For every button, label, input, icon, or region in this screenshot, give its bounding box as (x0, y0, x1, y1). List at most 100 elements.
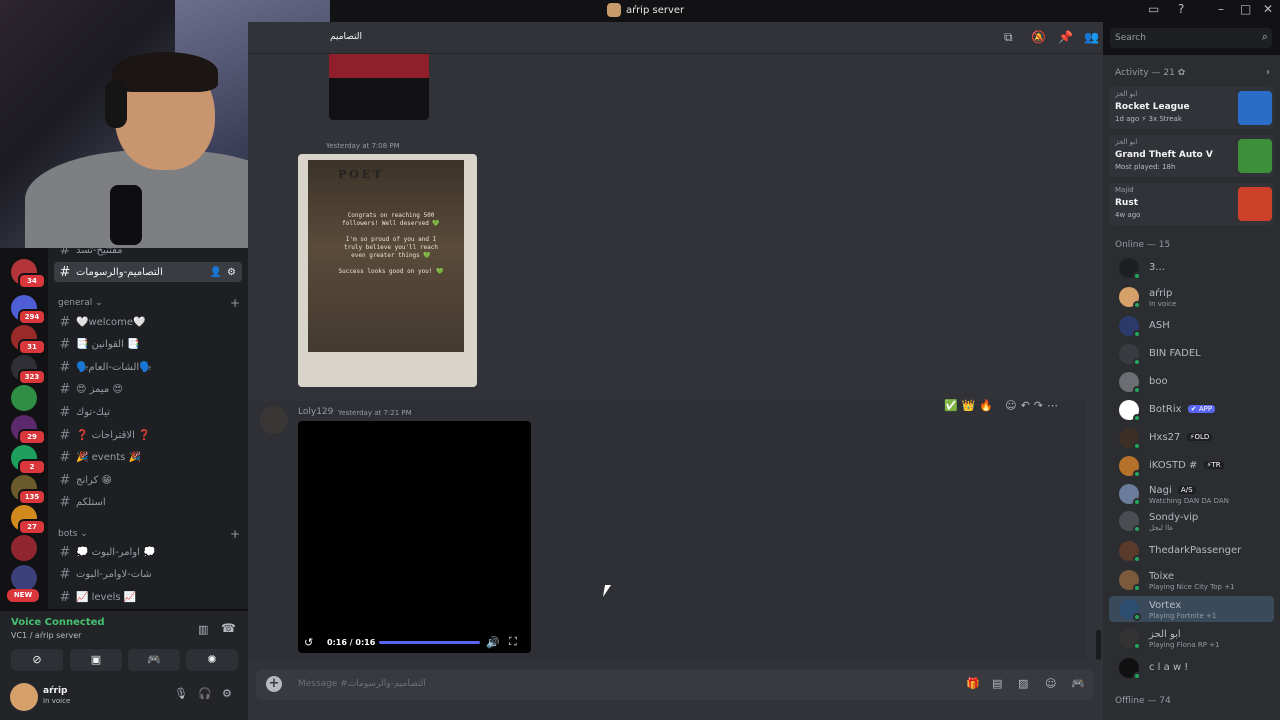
channel-active[interactable]: # التصاميم-والرسومات ⚙ 👤 (54, 262, 242, 282)
channel-item[interactable]: # تيك-توك (54, 402, 242, 422)
server-icon[interactable] (11, 535, 37, 561)
channel-item[interactable]: # 🎉 events 🎉 (54, 448, 242, 468)
channel-item[interactable]: # 😍 ميمز 😍 (54, 380, 242, 400)
member-item[interactable]: BotRix ✔ APP (1109, 397, 1274, 423)
member-status: Watching DAN DA DAN (1149, 497, 1229, 505)
channel-item[interactable]: # شات-لاوامر-البوت (54, 565, 242, 585)
attach-button[interactable]: + (266, 676, 282, 692)
scrollbar[interactable] (1096, 630, 1101, 660)
category-bots[interactable]: bots ⌄ + (58, 527, 240, 541)
activity-button[interactable]: 🎮 (128, 649, 180, 671)
member-item[interactable]: Nagi A/S Watching DAN DA DAN (1109, 481, 1274, 507)
replay-icon[interactable]: ↺ (304, 636, 313, 649)
channel-item[interactable]: # 📑 القوانين 📑 (54, 335, 242, 355)
add-channel-icon[interactable]: + (230, 527, 240, 541)
soundboard-button[interactable]: ✺ (186, 649, 238, 671)
status-dot (1133, 584, 1141, 592)
member-item[interactable]: Sondy-vip عاا لبجل (1109, 508, 1274, 534)
gift-icon[interactable]: 🎁 (966, 677, 980, 690)
member-tag: ⚡OLD (1186, 433, 1213, 441)
image-attachment-poster[interactable]: POET Congrats on reaching 500 followers!… (298, 154, 477, 387)
channel-item[interactable]: # 📈 levels 📈 (54, 587, 242, 607)
channel-item[interactable]: # كرانج 😁 (54, 470, 242, 490)
disconnect-icon[interactable]: ☎ (221, 621, 236, 635)
member-name: c l a w ! (1149, 662, 1189, 673)
member-item[interactable]: Vortex Playing Fortnite +1 (1109, 596, 1274, 622)
inbox-icon[interactable]: ▭ (1148, 2, 1159, 16)
noise-icon[interactable]: ▥ (198, 623, 208, 636)
member-item[interactable]: BIN FADEL (1109, 341, 1274, 367)
add-channel-icon[interactable]: + (230, 296, 240, 310)
status-dot (1133, 555, 1141, 563)
search-input[interactable]: Search (1115, 33, 1146, 43)
volume-icon[interactable]: 🔊 (486, 636, 500, 649)
activity-card[interactable]: Majid Rust 4w ago (1109, 183, 1274, 225)
avatar[interactable] (10, 683, 38, 711)
member-item[interactable]: iKOSTD # ⚡TR (1109, 453, 1274, 479)
channel-item[interactable]: # ❓ الاقتراحات ❓ (54, 425, 242, 445)
server-icon[interactable] (11, 565, 37, 591)
gear-icon[interactable]: ⚙ (222, 687, 232, 700)
member-item[interactable]: c l a w ! (1109, 655, 1274, 681)
apps-icon[interactable]: 🎮 (1071, 677, 1085, 690)
fullscreen-icon[interactable]: ⛶ (509, 635, 517, 649)
member-status: In voice (1149, 300, 1177, 308)
gif-icon[interactable]: ▤ (992, 677, 1002, 690)
reaction-check[interactable]: ✅ (944, 399, 958, 412)
member-tag: ✔ APP (1187, 405, 1216, 413)
voice-channel[interactable]: VC1 / aŕrip server (11, 631, 81, 640)
chevron-right-icon[interactable]: › (1266, 67, 1270, 78)
sticker-icon[interactable]: ▨ (1018, 677, 1028, 690)
activity-card[interactable]: ابو الحز Rocket League 1d ago ⚡ 3x Streak (1109, 87, 1274, 129)
channel-item[interactable]: # 💭 اوامر-البوت 💭 (54, 542, 242, 562)
forward-icon[interactable]: ↷ (1034, 399, 1043, 412)
pin-icon[interactable]: 📌 (1058, 30, 1073, 44)
avatar[interactable] (260, 406, 288, 434)
mute-icon[interactable]: 🔕 (1031, 30, 1046, 44)
invite-icon[interactable]: 👤 (210, 267, 222, 278)
mention-badge: 29 (18, 429, 46, 445)
reaction-crown[interactable]: 👑 (962, 399, 976, 412)
channel-item[interactable]: # 🗣️الشات-العام🗣️ (54, 357, 242, 377)
more-icon[interactable]: ⋯ (1047, 399, 1058, 412)
screenshare-button[interactable]: ▣ (70, 649, 122, 671)
channel-item[interactable]: # استلكم (54, 493, 242, 513)
user-status: In voice (43, 697, 71, 705)
emoji-icon[interactable]: ☺ (1045, 677, 1056, 690)
help-icon[interactable]: ? (1178, 2, 1184, 16)
video-player[interactable]: ↺ 0:16 / 0:16 🔊 ⛶ (298, 421, 531, 653)
member-item[interactable]: Toixe Playing Nice City Top +1 (1109, 567, 1274, 593)
member-item[interactable]: ASH (1109, 313, 1274, 339)
category-general[interactable]: general ⌄ + (58, 296, 240, 310)
channel-label: 📈 levels 📈 (76, 591, 137, 603)
maximize-button[interactable]: □ (1240, 2, 1251, 16)
reply-icon[interactable]: ↶ (1021, 399, 1030, 412)
member-item[interactable]: boo (1109, 369, 1274, 395)
server-icon[interactable] (11, 385, 37, 411)
members-icon[interactable]: 👥 (1084, 30, 1099, 44)
voice-panel: Voice Connected VC1 / aŕrip server ▥ ☎ ⊘… (0, 611, 248, 679)
member-name: boo (1149, 376, 1168, 387)
member-item[interactable]: aŕrip In voice (1109, 284, 1274, 310)
member-item[interactable]: Hxs27 ⚡OLD (1109, 425, 1274, 451)
member-item[interactable]: ThedarkPassenger (1109, 538, 1274, 564)
camera-button[interactable]: ⊘ (11, 649, 63, 671)
video-progress-bar[interactable] (379, 641, 480, 644)
message-author[interactable]: Loly129 (298, 407, 333, 417)
mic-icon[interactable]: 🎙 (174, 687, 188, 700)
image-attachment[interactable] (329, 54, 429, 120)
channel-label: استلكم (76, 497, 106, 509)
channel-item[interactable]: # 🤍welcome🤍 (54, 312, 242, 332)
threads-icon[interactable]: ⧉ (1004, 30, 1013, 45)
reaction-fire[interactable]: 🔥 (979, 399, 993, 412)
search-bar[interactable]: Search ⌕ (1110, 28, 1272, 48)
message-input[interactable]: Message #التصاميم-والرسومات (298, 679, 426, 689)
minimize-button[interactable]: – (1218, 2, 1224, 16)
member-item[interactable]: ابو الحز Playing Flona RP +1 (1109, 625, 1274, 651)
member-item[interactable]: 3... (1109, 255, 1274, 281)
settings-icon[interactable]: ⚙ (227, 267, 236, 278)
close-button[interactable]: ✕ (1263, 2, 1273, 16)
add-reaction-icon[interactable]: ☺ (1005, 399, 1016, 412)
headphones-icon[interactable]: 🎧 (198, 687, 212, 700)
activity-card[interactable]: ابو الحز Grand Theft Auto V Most played: 1… (1109, 135, 1274, 177)
